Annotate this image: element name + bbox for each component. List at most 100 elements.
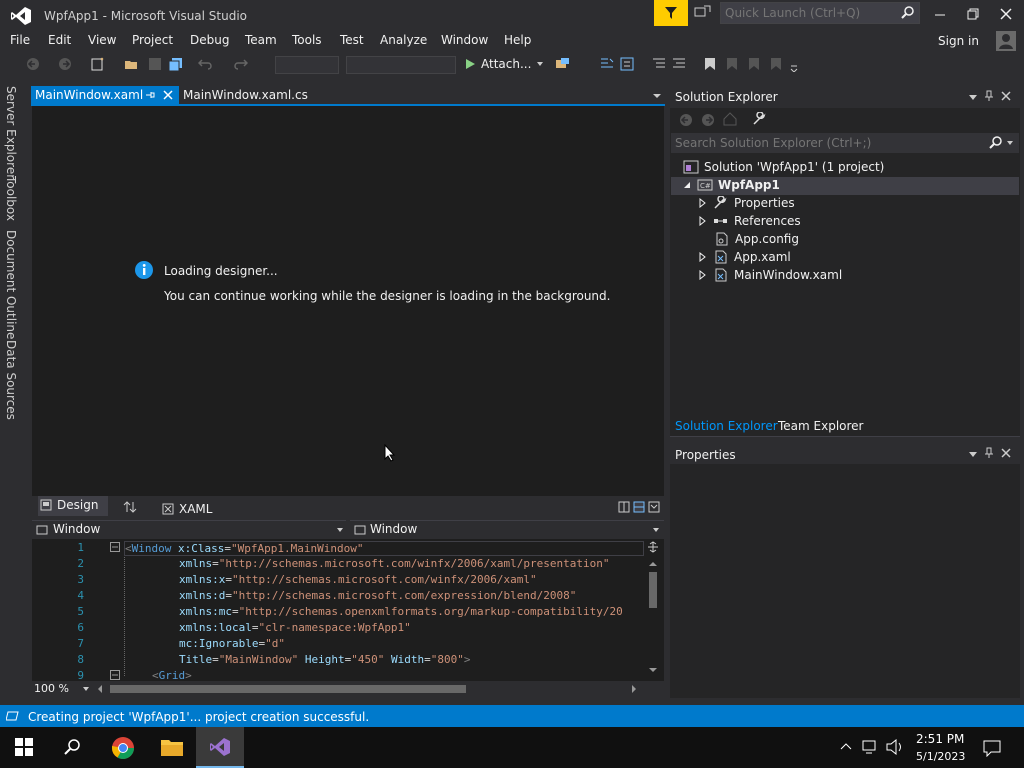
swap-panes-icon[interactable] bbox=[123, 501, 137, 513]
tab-solution-explorer[interactable]: Solution Explorer bbox=[675, 419, 778, 433]
back-icon[interactable] bbox=[679, 113, 693, 127]
menu-test[interactable]: Test bbox=[340, 33, 364, 47]
xaml-tab[interactable]: XAML bbox=[162, 502, 212, 516]
navigate-forward-icon[interactable] bbox=[58, 57, 72, 71]
editor-horizontal-scrollbar[interactable] bbox=[96, 683, 642, 695]
forward-icon[interactable] bbox=[701, 113, 715, 127]
step-over-icon[interactable] bbox=[620, 57, 634, 71]
menu-window[interactable]: Window bbox=[441, 33, 488, 47]
tree-item-properties[interactable]: Properties bbox=[698, 196, 795, 210]
step-into-icon[interactable] bbox=[600, 57, 614, 71]
tree-item-mainwindow-xaml[interactable]: MainWindow.xaml bbox=[698, 268, 842, 282]
feedback-filter-icon[interactable] bbox=[654, 0, 688, 26]
save-icon[interactable] bbox=[148, 57, 162, 71]
close-tab-icon[interactable] bbox=[162, 89, 174, 101]
element-nav-dropdown-left[interactable]: Window bbox=[32, 520, 346, 538]
close-panel-icon[interactable] bbox=[1000, 447, 1012, 459]
taskbar-visual-studio-button[interactable] bbox=[196, 727, 244, 768]
panel-options-icon[interactable] bbox=[968, 94, 978, 102]
toolbox-tab[interactable]: Toolbox bbox=[4, 176, 18, 221]
search-icon[interactable] bbox=[989, 136, 1003, 150]
comment-lines-icon[interactable] bbox=[652, 57, 666, 71]
tree-solution[interactable]: Solution 'WpfApp1' (1 project) bbox=[683, 160, 884, 174]
tree-item-references[interactable]: References bbox=[698, 214, 801, 228]
quick-launch-input[interactable] bbox=[721, 3, 891, 23]
tab-mainwindow-xaml[interactable]: MainWindow.xaml bbox=[31, 86, 179, 106]
pin-icon[interactable] bbox=[984, 447, 994, 459]
menu-edit[interactable]: Edit bbox=[48, 33, 71, 47]
open-file-icon[interactable] bbox=[124, 57, 140, 71]
properties-wrench-icon[interactable] bbox=[752, 112, 766, 126]
prev-bookmark-icon[interactable] bbox=[726, 57, 738, 71]
menu-analyze[interactable]: Analyze bbox=[380, 33, 427, 47]
clock-time[interactable]: 2:51 PM bbox=[916, 732, 964, 746]
search-icon[interactable] bbox=[63, 738, 81, 756]
clock-date[interactable]: 5/1/2023 bbox=[916, 750, 965, 763]
solution-search-input[interactable] bbox=[671, 133, 971, 153]
tree-item-app-config[interactable]: App.config bbox=[714, 232, 799, 246]
outline-collapse-icon[interactable] bbox=[110, 670, 120, 680]
notifications-icon[interactable] bbox=[983, 739, 1001, 757]
zoom-level[interactable]: 100 % bbox=[34, 682, 69, 695]
pin-icon[interactable] bbox=[144, 89, 156, 101]
menu-help[interactable]: Help bbox=[504, 33, 531, 47]
menu-file[interactable]: File bbox=[10, 33, 30, 47]
vertical-split-icon[interactable] bbox=[618, 501, 630, 513]
close-button[interactable] bbox=[994, 4, 1018, 24]
search-options-icon[interactable] bbox=[1006, 140, 1014, 146]
tree-item-app-xaml[interactable]: App.xaml bbox=[698, 250, 791, 264]
bookmark-icon[interactable] bbox=[704, 57, 716, 71]
close-panel-icon[interactable] bbox=[1000, 90, 1012, 102]
browser-link-icon[interactable] bbox=[555, 57, 575, 71]
windows-start-icon[interactable] bbox=[15, 738, 33, 756]
redo-icon[interactable] bbox=[232, 57, 248, 71]
tree-project[interactable]: C# WpfApp1 bbox=[682, 178, 780, 192]
tab-dropdown-icon[interactable] bbox=[652, 92, 662, 100]
panel-options-icon[interactable] bbox=[968, 451, 978, 459]
live-share-icon[interactable] bbox=[694, 4, 714, 22]
sign-in-link[interactable]: Sign in bbox=[938, 34, 979, 48]
data-sources-tab[interactable]: Data Sources bbox=[4, 340, 18, 420]
solution-explorer-search[interactable] bbox=[671, 133, 1019, 153]
design-tab[interactable]: Design bbox=[40, 498, 98, 512]
next-bookmark-icon[interactable] bbox=[748, 57, 760, 71]
restore-button[interactable] bbox=[961, 4, 985, 24]
navigate-back-icon[interactable] bbox=[26, 57, 40, 71]
document-outline-tab[interactable]: Document Outline bbox=[4, 230, 18, 339]
menu-team[interactable]: Team bbox=[245, 33, 277, 47]
account-icon[interactable] bbox=[996, 31, 1016, 51]
network-icon[interactable] bbox=[862, 739, 880, 755]
new-project-icon[interactable] bbox=[90, 57, 106, 71]
uncomment-lines-icon[interactable] bbox=[672, 57, 686, 71]
collapse-pane-icon[interactable] bbox=[648, 501, 660, 513]
outline-collapse-icon[interactable] bbox=[110, 542, 120, 552]
solution-platform-dropdown[interactable] bbox=[346, 56, 456, 74]
home-icon[interactable] bbox=[723, 112, 737, 126]
menu-debug[interactable]: Debug bbox=[190, 33, 229, 47]
split-editor-icon[interactable] bbox=[647, 541, 659, 553]
element-nav-dropdown-right[interactable]: Window bbox=[350, 520, 664, 538]
save-all-icon[interactable] bbox=[168, 57, 184, 71]
menu-view[interactable]: View bbox=[88, 33, 116, 47]
server-explorer-tab[interactable]: Server Explorer bbox=[4, 86, 18, 179]
toolbar-overflow-icon[interactable] bbox=[790, 64, 798, 72]
menu-project[interactable]: Project bbox=[132, 33, 173, 47]
clear-bookmarks-icon[interactable] bbox=[770, 57, 782, 71]
attach-button[interactable]: Attach... bbox=[464, 57, 544, 71]
editor-vertical-scrollbar[interactable] bbox=[646, 558, 660, 678]
chrome-icon[interactable] bbox=[111, 736, 135, 760]
menu-tools[interactable]: Tools bbox=[292, 33, 322, 47]
tray-chevron-up-icon[interactable] bbox=[840, 742, 852, 750]
undo-icon[interactable] bbox=[198, 57, 214, 71]
horizontal-split-icon[interactable] bbox=[633, 501, 645, 513]
quick-launch-box[interactable] bbox=[720, 2, 920, 24]
solution-configuration-dropdown[interactable] bbox=[275, 56, 339, 74]
file-explorer-icon[interactable] bbox=[160, 737, 184, 757]
volume-icon[interactable] bbox=[886, 739, 904, 755]
search-icon[interactable] bbox=[901, 6, 915, 20]
pin-icon[interactable] bbox=[984, 90, 994, 102]
zoom-dropdown-icon[interactable] bbox=[82, 686, 90, 692]
tab-mainwindow-xaml-cs[interactable]: MainWindow.xaml.cs bbox=[183, 88, 308, 102]
minimize-button[interactable] bbox=[928, 4, 952, 24]
tab-team-explorer[interactable]: Team Explorer bbox=[778, 419, 864, 433]
